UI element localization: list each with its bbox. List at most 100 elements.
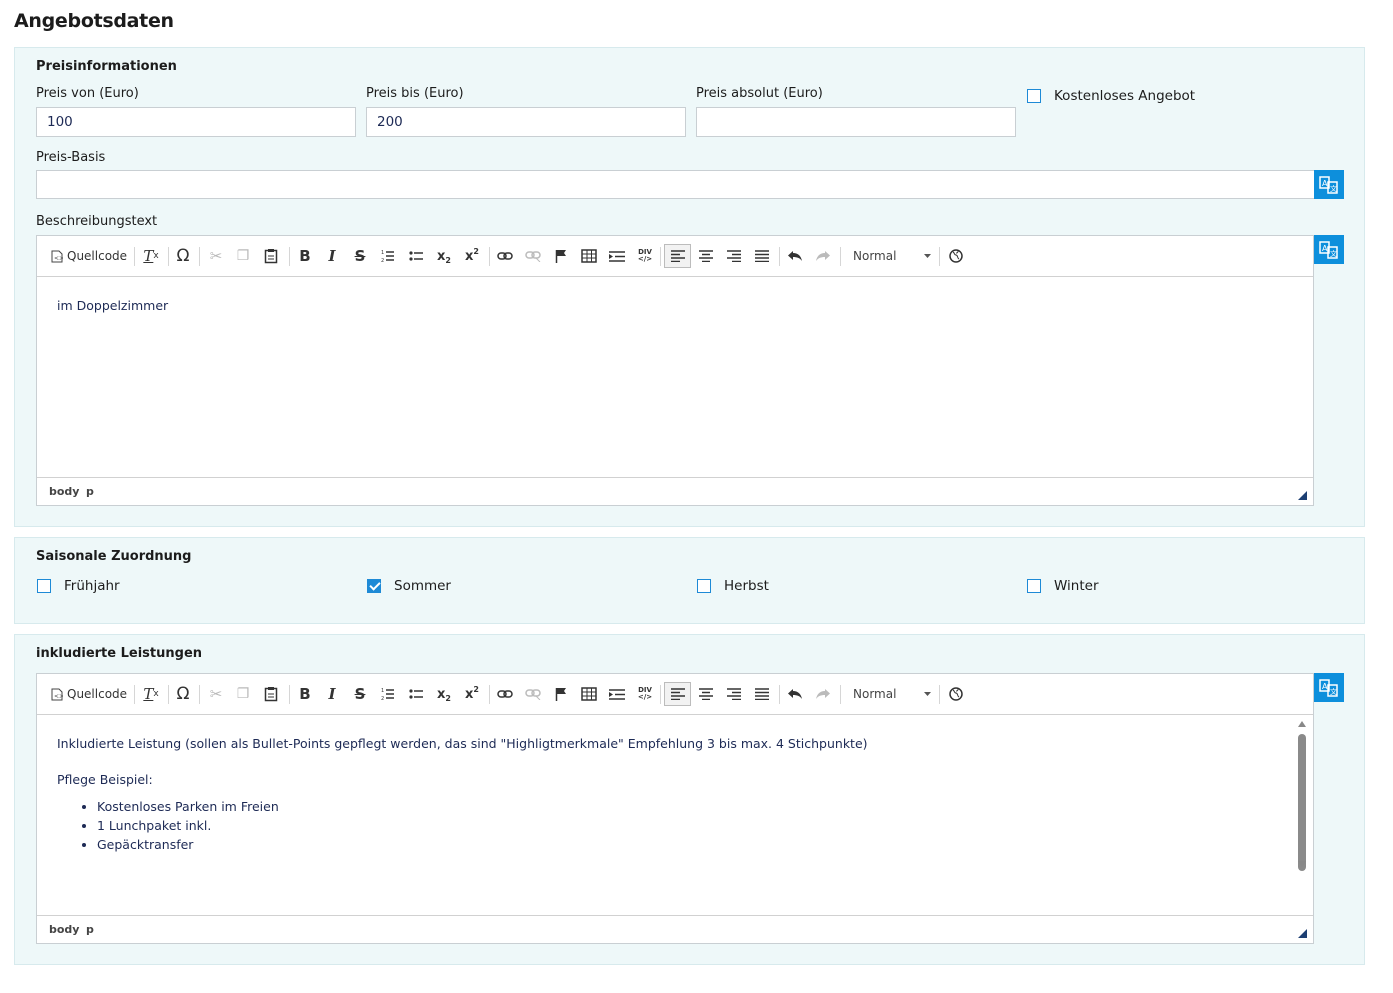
paste-icon[interactable]: [259, 244, 283, 268]
translate-button-leistungen[interactable]: A文: [1314, 673, 1344, 702]
align-justify-icon[interactable]: [750, 682, 774, 706]
beschreibung-editor[interactable]: <> Quellcode Tx Ω ✂ ❐ B I S 12 x2 x 2 DI…: [36, 235, 1314, 506]
anchor-flag-icon[interactable]: [549, 682, 573, 706]
translate-button-beschreibung[interactable]: A文: [1314, 235, 1344, 264]
editor-toolbar: <> Quellcode Tx Ω ✂ ❐ B I S 12 x2 x 2 DI…: [37, 236, 1313, 277]
copy-icon[interactable]: ❐: [231, 244, 255, 268]
italic-icon[interactable]: I: [320, 682, 344, 706]
scroll-down-icon[interactable]: [1298, 861, 1306, 867]
saisonale-zuordnung-panel: Saisonale Zuordnung Frühjahr Sommer Herb…: [14, 537, 1365, 624]
unlink-icon[interactable]: [521, 682, 545, 706]
numbered-list-icon[interactable]: 12: [376, 682, 400, 706]
align-center-icon[interactable]: [694, 682, 718, 706]
strikethrough-icon[interactable]: S: [348, 244, 372, 268]
subscript-icon[interactable]: x2: [432, 244, 456, 268]
preis-von-label: Preis von (Euro): [36, 86, 139, 101]
align-center-icon[interactable]: [694, 244, 718, 268]
chevron-down-icon: [924, 692, 931, 696]
special-char-icon[interactable]: Ω: [171, 244, 195, 268]
anchor-flag-icon[interactable]: [549, 244, 573, 268]
table-icon[interactable]: [577, 244, 601, 268]
preis-bis-input[interactable]: [366, 107, 686, 137]
align-justify-icon[interactable]: [750, 244, 774, 268]
svg-text:<>: <>: [54, 693, 63, 700]
cut-icon[interactable]: ✂: [204, 682, 228, 706]
source-button[interactable]: <> Quellcode: [51, 244, 129, 268]
path-p[interactable]: p: [86, 923, 94, 936]
numbered-list-icon[interactable]: 12: [376, 244, 400, 268]
inkludierte-leistungen-panel: inkludierte Leistungen A文 <> Quellcode T…: [14, 634, 1365, 965]
svg-text:1: 1: [381, 250, 384, 256]
leistungen-editor[interactable]: <> Quellcode Tx Ω ✂ ❐ B I S 12 x2 x 2 DI…: [36, 673, 1314, 944]
remove-format-icon[interactable]: Tx: [139, 244, 163, 268]
indent-block-icon[interactable]: [605, 682, 629, 706]
source-icon: <>: [51, 250, 63, 262]
path-body[interactable]: body: [49, 485, 79, 498]
special-char-icon[interactable]: Ω: [171, 682, 195, 706]
link-icon[interactable]: [493, 682, 517, 706]
paste-icon[interactable]: [259, 682, 283, 706]
superscript-icon[interactable]: x2: [460, 244, 484, 268]
path-body[interactable]: body: [49, 923, 79, 936]
preis-von-input[interactable]: [36, 107, 356, 137]
list-item: Gepäcktransfer: [97, 837, 1293, 852]
season-checkbox-fruehjahr[interactable]: [37, 579, 51, 593]
season-label-winter: Winter: [1054, 578, 1099, 594]
season-checkbox-winter[interactable]: [1027, 579, 1041, 593]
chevron-down-icon: [924, 254, 931, 258]
div-container-icon[interactable]: DIV </>: [633, 244, 657, 268]
svg-text:文: 文: [1330, 687, 1337, 696]
beschreibung-label: Beschreibungstext: [36, 214, 158, 229]
preis-absolut-label: Preis absolut (Euro): [696, 86, 823, 101]
align-right-icon[interactable]: [722, 682, 746, 706]
align-left-icon[interactable]: [664, 244, 691, 268]
preis-bis-label: Preis bis (Euro): [366, 86, 464, 101]
unlink-icon[interactable]: [521, 244, 545, 268]
format-dropdown[interactable]: Normal: [847, 244, 935, 268]
resize-handle[interactable]: [1298, 929, 1307, 938]
section-title-leistungen: inkludierte Leistungen: [36, 646, 203, 661]
undo-icon[interactable]: [783, 244, 807, 268]
format-dropdown[interactable]: Normal: [847, 682, 935, 706]
bullet-list-icon[interactable]: [404, 682, 428, 706]
preis-basis-label: Preis-Basis: [36, 150, 106, 165]
copy-icon[interactable]: ❐: [231, 682, 255, 706]
editor-content[interactable]: im Doppelzimmer: [37, 277, 1313, 334]
bullet-list-icon[interactable]: [404, 244, 428, 268]
translate-icon: A文: [1319, 175, 1338, 194]
redo-icon[interactable]: [811, 244, 835, 268]
cut-icon[interactable]: ✂: [204, 244, 228, 268]
link-icon[interactable]: [493, 244, 517, 268]
svg-text:文: 文: [1330, 184, 1337, 193]
season-checkbox-herbst[interactable]: [697, 579, 711, 593]
globe-icon[interactable]: [944, 244, 968, 268]
path-p[interactable]: p: [86, 485, 94, 498]
align-left-icon[interactable]: [664, 682, 691, 706]
source-button[interactable]: <> Quellcode: [51, 682, 129, 706]
superscript-icon[interactable]: x2: [460, 682, 484, 706]
remove-format-icon[interactable]: Tx: [139, 682, 163, 706]
bold-icon[interactable]: B: [293, 682, 317, 706]
translate-button-basis[interactable]: A文: [1314, 170, 1344, 199]
preis-absolut-input[interactable]: [696, 107, 1016, 137]
italic-icon[interactable]: I: [320, 244, 344, 268]
preis-basis-input[interactable]: [36, 170, 1315, 199]
align-right-icon[interactable]: [722, 244, 746, 268]
resize-handle[interactable]: [1298, 491, 1307, 500]
editor-toolbar: <> Quellcode Tx Ω ✂ ❐ B I S 12 x2 x 2 DI…: [37, 674, 1313, 715]
indent-block-icon[interactable]: [605, 244, 629, 268]
kostenloses-angebot-checkbox[interactable]: [1027, 89, 1041, 103]
redo-icon[interactable]: [811, 682, 835, 706]
strikethrough-icon[interactable]: S: [348, 682, 372, 706]
bold-icon[interactable]: B: [293, 244, 317, 268]
scroll-up-icon[interactable]: [1298, 721, 1306, 727]
season-checkbox-sommer[interactable]: [367, 579, 381, 593]
scrollbar-thumb[interactable]: [1298, 734, 1306, 871]
table-icon[interactable]: [577, 682, 601, 706]
div-container-icon[interactable]: DIV </>: [633, 682, 657, 706]
undo-icon[interactable]: [783, 682, 807, 706]
editor-content[interactable]: Inkludierte Leistung (sollen als Bullet-…: [37, 715, 1313, 877]
subscript-icon[interactable]: x2: [432, 682, 456, 706]
globe-icon[interactable]: [944, 682, 968, 706]
source-icon: <>: [51, 688, 63, 700]
